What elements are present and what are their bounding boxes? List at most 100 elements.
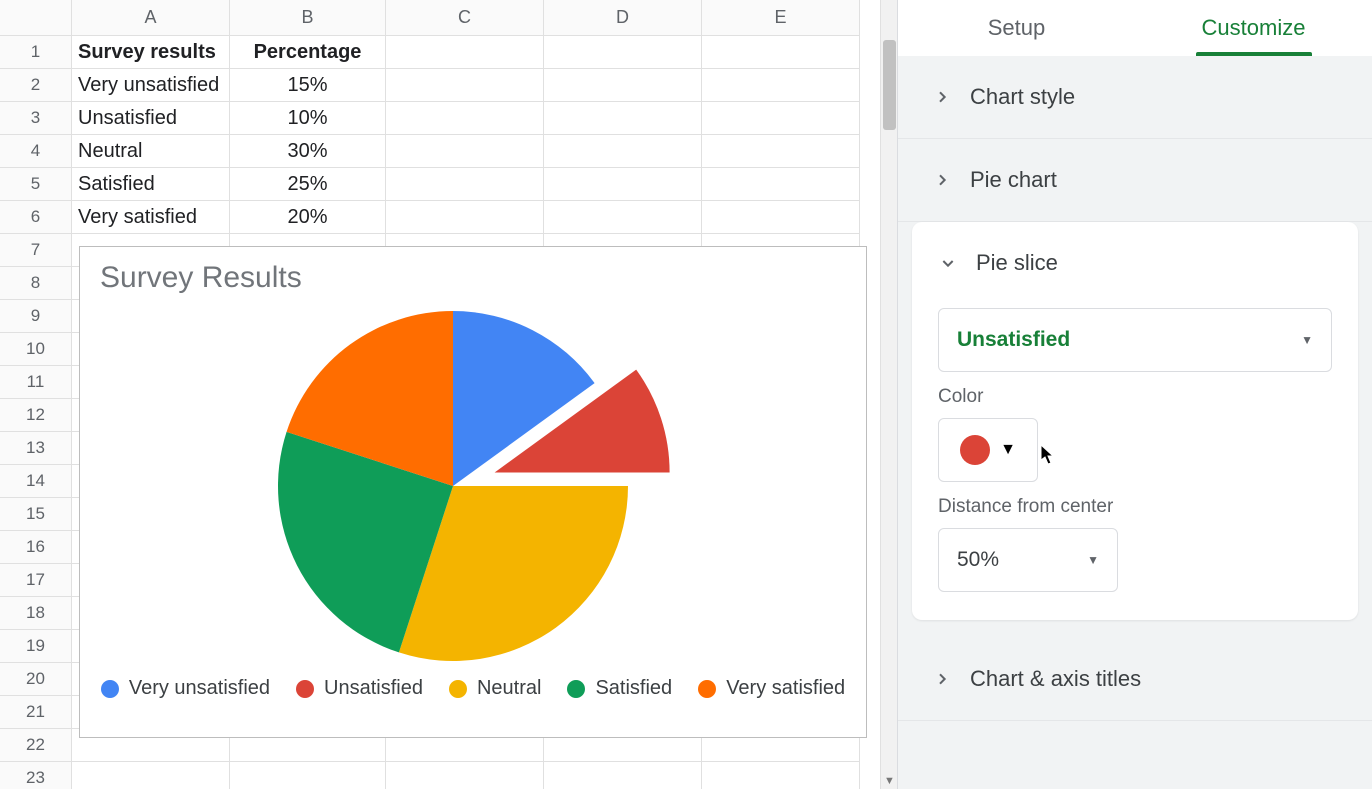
scrollbar-down-arrow-icon[interactable]: ▼ <box>884 775 895 787</box>
cell[interactable] <box>386 201 544 234</box>
color-label: Color <box>938 386 1332 408</box>
row-head-16[interactable]: 16 <box>0 531 72 564</box>
legend-label: Neutral <box>477 677 541 700</box>
row-head-2[interactable]: 2 <box>0 69 72 102</box>
col-head-b[interactable]: B <box>230 0 386 36</box>
row-head-13[interactable]: 13 <box>0 432 72 465</box>
cell[interactable]: Satisfied <box>72 168 230 201</box>
cell[interactable]: Survey results <box>72 36 230 69</box>
chevron-down-icon <box>938 253 958 273</box>
cell[interactable] <box>230 762 386 789</box>
row-head-3[interactable]: 3 <box>0 102 72 135</box>
row-head-23[interactable]: 23 <box>0 762 72 789</box>
legend-swatch-icon <box>567 680 585 698</box>
cell[interactable] <box>544 762 702 789</box>
column-headers: A B C D E <box>0 0 897 36</box>
cell[interactable] <box>702 69 860 102</box>
legend-item[interactable]: Unsatisfied <box>296 677 423 700</box>
row-head-19[interactable]: 19 <box>0 630 72 663</box>
tab-customize[interactable]: Customize <box>1135 0 1372 56</box>
col-head-e[interactable]: E <box>702 0 860 36</box>
cell[interactable] <box>386 135 544 168</box>
cell[interactable]: Very satisfied <box>72 201 230 234</box>
chart-title: Survey Results <box>100 261 846 295</box>
section-head-pie-chart[interactable]: Pie chart <box>898 139 1372 221</box>
cell[interactable]: Unsatisfied <box>72 102 230 135</box>
cell[interactable]: 15% <box>230 69 386 102</box>
dropdown-caret-icon: ▼ <box>1087 553 1099 567</box>
cell[interactable] <box>72 762 230 789</box>
row-head-10[interactable]: 10 <box>0 333 72 366</box>
cell[interactable] <box>702 201 860 234</box>
cell[interactable]: 20% <box>230 201 386 234</box>
row-head-12[interactable]: 12 <box>0 399 72 432</box>
cell[interactable] <box>544 135 702 168</box>
distance-value: 50% <box>957 548 999 572</box>
tab-setup[interactable]: Setup <box>898 0 1135 56</box>
row-head-9[interactable]: 9 <box>0 300 72 333</box>
row-head-18[interactable]: 18 <box>0 597 72 630</box>
legend-swatch-icon <box>449 680 467 698</box>
pie-chart-svg[interactable] <box>243 301 703 671</box>
cell[interactable] <box>386 762 544 789</box>
row-head-4[interactable]: 4 <box>0 135 72 168</box>
cell[interactable] <box>544 201 702 234</box>
row-head-20[interactable]: 20 <box>0 663 72 696</box>
row-head-5[interactable]: 5 <box>0 168 72 201</box>
slice-select[interactable]: Unsatisfied ▼ <box>938 308 1332 372</box>
row-head-21[interactable]: 21 <box>0 696 72 729</box>
section-head-chart-style[interactable]: Chart style <box>898 56 1372 138</box>
row-head-8[interactable]: 8 <box>0 267 72 300</box>
cell[interactable]: Neutral <box>72 135 230 168</box>
cell[interactable]: Percentage <box>230 36 386 69</box>
dropdown-caret-icon: ▼ <box>1000 441 1016 459</box>
scrollbar-thumb[interactable] <box>883 40 896 130</box>
color-picker[interactable]: ▼ <box>938 418 1038 482</box>
col-head-d[interactable]: D <box>544 0 702 36</box>
legend-swatch-icon <box>101 680 119 698</box>
row-head-15[interactable]: 15 <box>0 498 72 531</box>
row-head-22[interactable]: 22 <box>0 729 72 762</box>
cell[interactable] <box>544 36 702 69</box>
legend-label: Satisfied <box>595 677 672 700</box>
legend-item[interactable]: Very satisfied <box>698 677 845 700</box>
col-head-c[interactable]: C <box>386 0 544 36</box>
chevron-right-icon <box>932 669 952 689</box>
cell[interactable]: Very unsatisfied <box>72 69 230 102</box>
section-head-pie-slice[interactable]: Pie slice <box>934 242 1336 294</box>
cell[interactable] <box>386 168 544 201</box>
cell[interactable]: 30% <box>230 135 386 168</box>
legend-item[interactable]: Satisfied <box>567 677 672 700</box>
cell[interactable] <box>544 168 702 201</box>
cell[interactable]: 10% <box>230 102 386 135</box>
legend-label: Unsatisfied <box>324 677 423 700</box>
row-head-1[interactable]: 1 <box>0 36 72 69</box>
cell[interactable] <box>702 135 860 168</box>
embedded-chart[interactable]: Survey Results Very unsatisfied Unsatisfi… <box>79 246 867 738</box>
row-head-14[interactable]: 14 <box>0 465 72 498</box>
col-head-a[interactable]: A <box>72 0 230 36</box>
cell[interactable] <box>544 69 702 102</box>
cell[interactable] <box>386 69 544 102</box>
row-head-7[interactable]: 7 <box>0 234 72 267</box>
cell[interactable] <box>702 36 860 69</box>
section-label: Chart & axis titles <box>970 666 1141 692</box>
cell[interactable] <box>386 36 544 69</box>
row-head-11[interactable]: 11 <box>0 366 72 399</box>
legend-item[interactable]: Very unsatisfied <box>101 677 270 700</box>
legend-item[interactable]: Neutral <box>449 677 541 700</box>
row-head-17[interactable]: 17 <box>0 564 72 597</box>
section-head-chart-axis-titles[interactable]: Chart & axis titles <box>898 638 1372 720</box>
cell[interactable]: 25% <box>230 168 386 201</box>
cell[interactable] <box>544 102 702 135</box>
select-all-corner[interactable] <box>0 0 72 36</box>
distance-select[interactable]: 50% ▼ <box>938 528 1118 592</box>
cell[interactable] <box>702 168 860 201</box>
cell[interactable] <box>702 762 860 789</box>
pie-wrap <box>100 301 846 671</box>
row-head-6[interactable]: 6 <box>0 201 72 234</box>
section-pie-chart: Pie chart <box>898 139 1372 222</box>
vertical-scrollbar[interactable]: ▼ <box>880 0 897 789</box>
cell[interactable] <box>702 102 860 135</box>
cell[interactable] <box>386 102 544 135</box>
